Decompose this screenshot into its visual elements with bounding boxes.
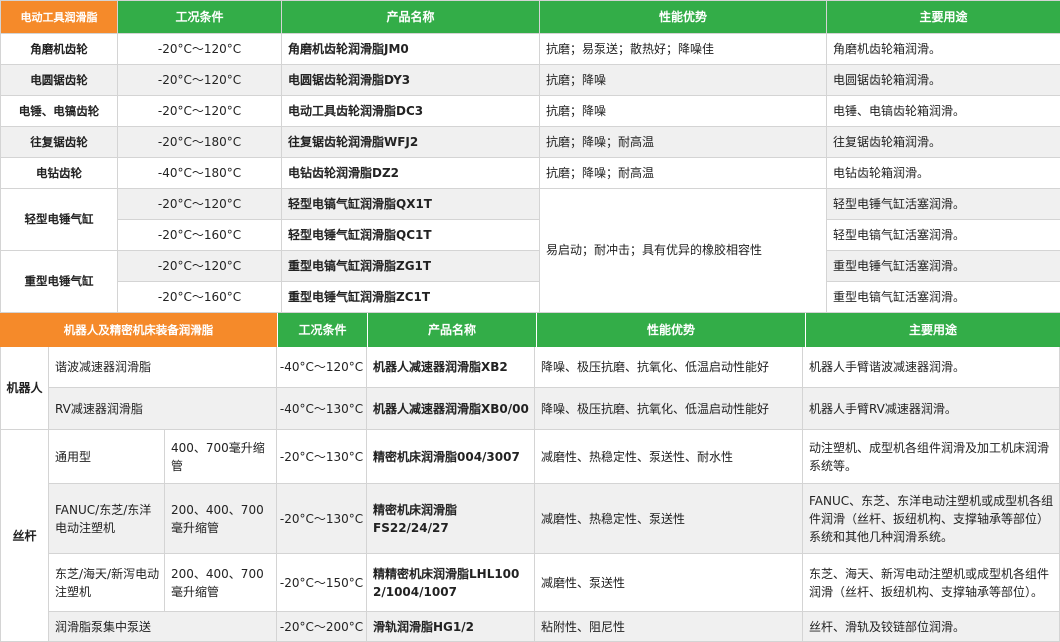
header-advantage: 性能优势 bbox=[536, 313, 805, 347]
row-category-light-cylinder: 轻型电锤气缸 bbox=[0, 188, 118, 251]
row-usage: 机器人手臂RV减速器润滑。 bbox=[803, 388, 1060, 430]
row-category: 角磨机齿轮 bbox=[0, 33, 118, 65]
row-sub: 通用型 bbox=[49, 430, 165, 484]
row-product: 机器人减速器润滑脂XB0/00 bbox=[367, 388, 535, 430]
row-condition: -20°C～160°C bbox=[117, 219, 282, 251]
row-usage: 轻型电镐气缸活塞润滑。 bbox=[826, 219, 1060, 251]
row-product: 电动工具齿轮润滑脂DC3 bbox=[281, 95, 540, 127]
group-robot: 机器人 bbox=[0, 347, 49, 430]
group-screw: 丝杆 bbox=[0, 430, 49, 642]
row-usage: 轻型电锤气缸活塞润滑。 bbox=[826, 188, 1060, 220]
row-advantage: 抗磨；降噪；耐高温 bbox=[539, 157, 827, 189]
row-category: 往复锯齿轮 bbox=[0, 126, 118, 158]
row-product: 重型电锤气缸润滑脂ZC1T bbox=[281, 281, 540, 313]
row-condition: -20°C～130°C bbox=[277, 430, 367, 484]
row-product: 精精密机床润滑脂LHL1002/1004/1007 bbox=[367, 554, 535, 612]
row-condition: -40°C～120°C bbox=[277, 347, 367, 388]
table-row: 电圆锯齿轮 -20°C～120°C 电圆锯齿轮润滑脂DY3 抗磨；降噪 电圆锯齿… bbox=[0, 64, 1060, 96]
header-product: 产品名称 bbox=[367, 313, 536, 347]
row-usage: 电锤、电镐齿轮箱润滑。 bbox=[826, 95, 1060, 127]
row-category-heavy-cylinder: 重型电锤气缸 bbox=[0, 250, 118, 313]
row-advantage: 粘附性、阻尼性 bbox=[535, 612, 803, 642]
row-condition: -40°C～130°C bbox=[277, 388, 367, 430]
table-row: 电锤、电镐齿轮 -20°C～120°C 电动工具齿轮润滑脂DC3 抗磨；降噪 电… bbox=[0, 95, 1060, 127]
electric-tool-grease-table: 电动工具润滑脂 工况条件 产品名称 性能优势 主要用途 角磨机齿轮 -20°C～… bbox=[0, 0, 1060, 313]
header-usage: 主要用途 bbox=[826, 0, 1060, 34]
row-condition: -20°C～160°C bbox=[117, 281, 282, 313]
row-condition: -20°C～120°C bbox=[117, 250, 282, 282]
header-category: 机器人及精密机床装备润滑脂 bbox=[0, 313, 277, 347]
row-tube: 400、700毫升缩管 bbox=[165, 430, 277, 484]
row-advantage: 抗磨；降噪 bbox=[539, 95, 827, 127]
row-advantage: 减磨性、热稳定性、泵送性、耐水性 bbox=[535, 430, 803, 484]
row-condition: -20°C～120°C bbox=[117, 33, 282, 65]
row-product: 轻型电镐气缸润滑脂QX1T bbox=[281, 188, 540, 220]
row-usage: 机器人手臂谐波减速器润滑。 bbox=[803, 347, 1060, 388]
row-category: 电圆锯齿轮 bbox=[0, 64, 118, 96]
row-product: 电钻齿轮润滑脂DZ2 bbox=[281, 157, 540, 189]
table-row: 轻型电锤气缸 -20°C～120°C 轻型电镐气缸润滑脂QX1T 易启动；耐冲击… bbox=[0, 188, 1060, 313]
row-category: 电钻齿轮 bbox=[0, 157, 118, 189]
row-advantage: 减磨性、热稳定性、泵送性 bbox=[535, 484, 803, 554]
row-condition: -20°C～120°C bbox=[117, 188, 282, 220]
row-condition: -20°C～180°C bbox=[117, 126, 282, 158]
row-advantage: 降噪、极压抗磨、抗氧化、低温启动性能好 bbox=[535, 347, 803, 388]
header-band: 机器人及精密机床装备润滑脂 工况条件 产品名称 性能优势 主要用途 bbox=[0, 313, 1060, 347]
row-product: 滑轨润滑脂HG1/2 bbox=[367, 612, 535, 642]
row-usage: 电钻齿轮箱润滑。 bbox=[826, 157, 1060, 189]
row-product: 精密机床润滑脂004/3007 bbox=[367, 430, 535, 484]
row-condition: -40°C～180°C bbox=[117, 157, 282, 189]
row-sub: 谐波减速器润滑脂 bbox=[49, 347, 277, 388]
header-condition: 工况条件 bbox=[117, 0, 282, 34]
row-tube: 200、400、700毫升缩管 bbox=[165, 554, 277, 612]
table-row: 往复锯齿轮 -20°C～180°C 往复锯齿轮润滑脂WFJ2 抗磨；降噪；耐高温… bbox=[0, 126, 1060, 158]
row-product: 重型电镐气缸润滑脂ZG1T bbox=[281, 250, 540, 282]
row-condition: -20°C～200°C bbox=[277, 612, 367, 642]
row-product: 角磨机齿轮润滑脂JM0 bbox=[281, 33, 540, 65]
row-condition: -20°C～150°C bbox=[277, 554, 367, 612]
row-usage: 东芝、海天、新泻电动注塑机或成型机各组件润滑（丝杆、扳纽机构、支撑轴承等部位）。 bbox=[803, 554, 1060, 612]
row-usage: 电圆锯齿轮箱润滑。 bbox=[826, 64, 1060, 96]
row-product: 电圆锯齿轮润滑脂DY3 bbox=[281, 64, 540, 96]
row-advantage: 抗磨；易泵送；散热好；降噪佳 bbox=[539, 33, 827, 65]
row-usage: 动注塑机、成型机各组件润滑及加工机床润滑系统等。 bbox=[803, 430, 1060, 484]
row-usage: 重型电镐气缸活塞润滑。 bbox=[826, 281, 1060, 313]
table-row: 角磨机齿轮 -20°C～120°C 角磨机齿轮润滑脂JM0 抗磨；易泵送；散热好… bbox=[0, 33, 1060, 65]
row-product: 机器人减速器润滑脂XB2 bbox=[367, 347, 535, 388]
row-sub: 润滑脂泵集中泵送 bbox=[49, 612, 277, 642]
header-usage: 主要用途 bbox=[805, 313, 1060, 347]
header-advantage: 性能优势 bbox=[539, 0, 827, 34]
row-condition: -20°C～120°C bbox=[117, 95, 282, 127]
header-category: 电动工具润滑脂 bbox=[0, 0, 118, 34]
row-condition: -20°C～130°C bbox=[277, 484, 367, 554]
table-row: 重型电锤气缸 -20°C～120°C 重型电镐气缸润滑脂ZG1T 重型电锤气缸活… bbox=[0, 250, 1060, 313]
row-advantage: 降噪、极压抗磨、抗氧化、低温启动性能好 bbox=[535, 388, 803, 430]
row-product: 轻型电锤气缸润滑脂QC1T bbox=[281, 219, 540, 251]
row-sub: 东芝/海天/新泻电动注塑机 bbox=[49, 554, 165, 612]
row-product: 往复锯齿轮润滑脂WFJ2 bbox=[281, 126, 540, 158]
table-header-row: 电动工具润滑脂 工况条件 产品名称 性能优势 主要用途 bbox=[0, 0, 1060, 34]
header-condition: 工况条件 bbox=[277, 313, 367, 347]
row-usage: FANUC、东芝、东洋电动注塑机或成型机各组件润滑（丝杆、扳纽机构、支撑轴承等部… bbox=[803, 484, 1060, 554]
row-tube: 200、400、700毫升缩管 bbox=[165, 484, 277, 554]
header-product: 产品名称 bbox=[281, 0, 540, 34]
row-advantage: 减磨性、泵送性 bbox=[535, 554, 803, 612]
row-usage: 往复锯齿轮箱润滑。 bbox=[826, 126, 1060, 158]
row-sub: RV减速器润滑脂 bbox=[49, 388, 277, 430]
row-condition: -20°C～120°C bbox=[117, 64, 282, 96]
row-category: 电锤、电镐齿轮 bbox=[0, 95, 118, 127]
robot-machine-grid: 机器人 谐波减速器润滑脂 -40°C～120°C 机器人减速器润滑脂XB2 降噪… bbox=[0, 347, 1060, 642]
table-row: -20°C～160°C 轻型电锤气缸润滑脂QC1T 轻型电镐气缸活塞润滑。 bbox=[1, 219, 1060, 251]
row-advantage: 抗磨；降噪 bbox=[539, 64, 827, 96]
table-row: 电钻齿轮 -40°C～180°C 电钻齿轮润滑脂DZ2 抗磨；降噪；耐高温 电钻… bbox=[0, 157, 1060, 189]
table-row: -20°C～160°C 重型电锤气缸润滑脂ZC1T 重型电镐气缸活塞润滑。 bbox=[1, 281, 1060, 313]
row-sub: FANUC/东芝/东洋电动注塑机 bbox=[49, 484, 165, 554]
row-advantage-shared: 易启动；耐冲击；具有优异的橡胶相容性 bbox=[539, 188, 827, 313]
row-usage: 重型电锤气缸活塞润滑。 bbox=[826, 250, 1060, 282]
row-product: 精密机床润滑脂FS22/24/27 bbox=[367, 484, 535, 554]
row-usage: 丝杆、滑轨及铰链部位润滑。 bbox=[803, 612, 1060, 642]
row-usage: 角磨机齿轮箱润滑。 bbox=[826, 33, 1060, 65]
row-advantage: 抗磨；降噪；耐高温 bbox=[539, 126, 827, 158]
